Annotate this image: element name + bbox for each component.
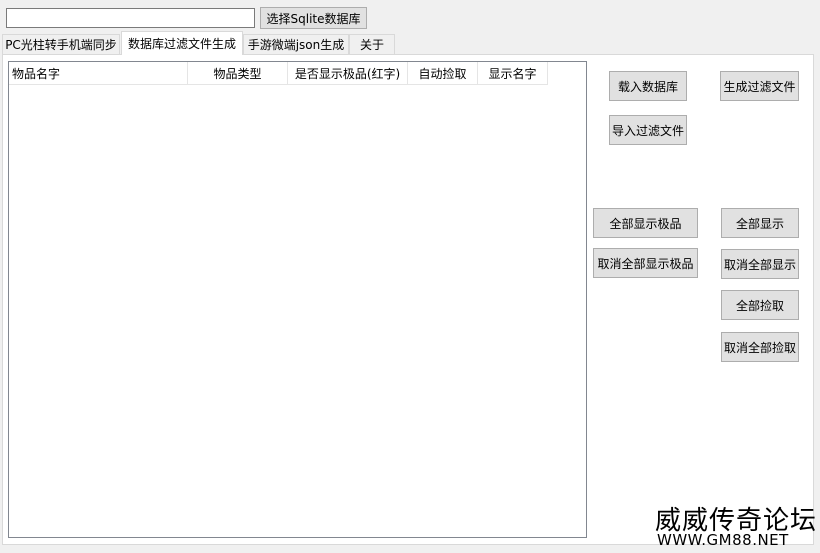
watermark-url: WWW.GM88.NET: [657, 531, 789, 549]
tab-about[interactable]: 关于: [349, 34, 395, 54]
column-header-show-name[interactable]: 显示名字: [478, 62, 548, 85]
show-all-extreme-button[interactable]: 全部显示极品: [593, 208, 698, 238]
column-header-show-extreme[interactable]: 是否显示极品(红字): [288, 62, 408, 85]
load-database-button[interactable]: 载入数据库: [609, 71, 687, 101]
column-header-item-type[interactable]: 物品类型: [188, 62, 288, 85]
column-header-auto-pick[interactable]: 自动捡取: [408, 62, 478, 85]
database-path-input[interactable]: [6, 8, 255, 28]
column-header-item-name[interactable]: 物品名字: [9, 62, 188, 85]
select-sqlite-database-button[interactable]: 选择Sqlite数据库: [260, 7, 367, 29]
list-header: 物品名字 物品类型 是否显示极品(红字) 自动捡取 显示名字: [9, 62, 548, 85]
items-list-view[interactable]: 物品名字 物品类型 是否显示极品(红字) 自动捡取 显示名字: [8, 61, 587, 538]
tab-pc-sync[interactable]: PC光柱转手机端同步: [2, 34, 120, 54]
tab-mobile-json-gen[interactable]: 手游微端json生成: [243, 34, 349, 54]
cancel-all-show-button[interactable]: 取消全部显示: [721, 249, 799, 279]
import-filter-file-button[interactable]: 导入过滤文件: [609, 115, 687, 145]
generate-filter-file-button[interactable]: 生成过滤文件: [720, 71, 799, 101]
show-all-button[interactable]: 全部显示: [721, 208, 799, 238]
cancel-all-extreme-button[interactable]: 取消全部显示极品: [593, 248, 698, 278]
cancel-all-pick-button[interactable]: 取消全部捡取: [721, 332, 799, 362]
pick-all-button[interactable]: 全部捡取: [721, 290, 799, 320]
tab-db-filter-gen[interactable]: 数据库过滤文件生成: [121, 31, 243, 55]
